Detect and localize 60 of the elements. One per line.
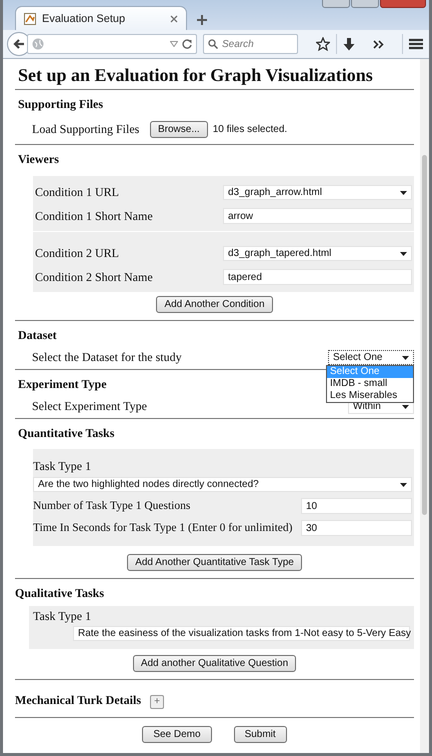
field-label: Condition 2 URL bbox=[35, 246, 120, 261]
url-select[interactable]: d3_graph_tapered.html bbox=[223, 246, 412, 261]
submit-button[interactable]: Submit bbox=[234, 726, 287, 742]
menu-icon[interactable] bbox=[409, 38, 423, 50]
search-icon bbox=[208, 39, 218, 49]
scrollbar[interactable] bbox=[420, 59, 429, 753]
question-select[interactable]: Rate the easiness of the visualization tasks from 1-Not easy to 5-Very Easy bbox=[73, 626, 410, 641]
section-heading: Viewers bbox=[18, 152, 59, 167]
browse-button[interactable]: Browse... bbox=[150, 121, 208, 138]
field-label: Condition 2 Short Name bbox=[35, 270, 154, 284]
caret-icon bbox=[402, 356, 409, 360]
question-select[interactable]: Are the two highlighted nodes directly connected? bbox=[33, 477, 412, 492]
tab-title: Evaluation Setup bbox=[42, 12, 126, 24]
task-label: Task Type 1 bbox=[33, 459, 92, 474]
number-field[interactable]: 30 bbox=[301, 520, 412, 536]
short-name-field[interactable]: tapered bbox=[223, 269, 412, 285]
new-tab-icon[interactable] bbox=[197, 15, 207, 25]
task-label: Task Type 1 bbox=[33, 609, 92, 624]
caret-icon bbox=[400, 252, 407, 256]
close-icon[interactable] bbox=[170, 14, 178, 22]
section-heading: Dataset bbox=[18, 328, 57, 343]
dataset-select[interactable]: Select One bbox=[328, 350, 414, 365]
section-heading: Quantitative Tasks bbox=[18, 426, 114, 441]
field-label: Condition 1 Short Name bbox=[35, 208, 154, 224]
dropdown-option[interactable]: IMDB - small bbox=[327, 378, 413, 390]
overflow-icon[interactable] bbox=[373, 40, 384, 48]
caret-icon bbox=[400, 482, 407, 486]
browser-tab[interactable]: Evaluation Setup bbox=[15, 6, 187, 30]
field-label: Number of Task Type 1 Questions bbox=[33, 500, 192, 512]
search-field[interactable]: Search bbox=[203, 34, 298, 54]
address-field[interactable] bbox=[27, 34, 197, 54]
search-placeholder: Search bbox=[222, 38, 254, 50]
caret-icon bbox=[400, 190, 407, 194]
expand-button[interactable]: + bbox=[150, 694, 164, 708]
add-task-type-button[interactable]: Add Another Quantitative Task Type bbox=[127, 554, 302, 571]
field-label: Time In Seconds for Task Type 1 (Enter 0 for unlimited) bbox=[33, 522, 294, 534]
dropdown-icon[interactable] bbox=[170, 41, 178, 47]
dropdown-option[interactable]: Les Miserables bbox=[327, 390, 413, 402]
reload-icon[interactable] bbox=[182, 39, 192, 49]
favicon-icon bbox=[24, 12, 36, 24]
section-heading: Mechanical Turk Details bbox=[15, 693, 142, 708]
url-select[interactable]: d3_graph_arrow.html bbox=[223, 185, 412, 200]
back-arrow-icon bbox=[13, 38, 25, 50]
demo-button[interactable]: See Demo bbox=[142, 726, 212, 742]
page-title: Set up an Evaluation for Graph Visualizations bbox=[18, 65, 374, 86]
number-field[interactable]: 10 bbox=[301, 498, 412, 514]
section-heading: Experiment Type bbox=[18, 377, 107, 392]
short-name-field[interactable]: arrow bbox=[223, 208, 412, 224]
globe-icon bbox=[32, 38, 44, 50]
section-heading: Qualitative Tasks bbox=[15, 586, 104, 601]
field-label: Condition 1 URL bbox=[35, 185, 120, 200]
field-label: Select Experiment Type bbox=[32, 399, 147, 414]
field-label: Load Supporting Files bbox=[32, 122, 140, 137]
star-icon[interactable] bbox=[316, 37, 330, 51]
download-icon[interactable] bbox=[343, 38, 355, 50]
file-status: 10 files selected. bbox=[212, 124, 288, 135]
add-question-button[interactable]: Add another Qualitative Question bbox=[132, 655, 296, 672]
field-label: Select the Dataset for the study bbox=[32, 350, 182, 365]
add-condition-button[interactable]: Add Another Condition bbox=[156, 296, 273, 313]
section-heading: Supporting Files bbox=[18, 97, 104, 112]
